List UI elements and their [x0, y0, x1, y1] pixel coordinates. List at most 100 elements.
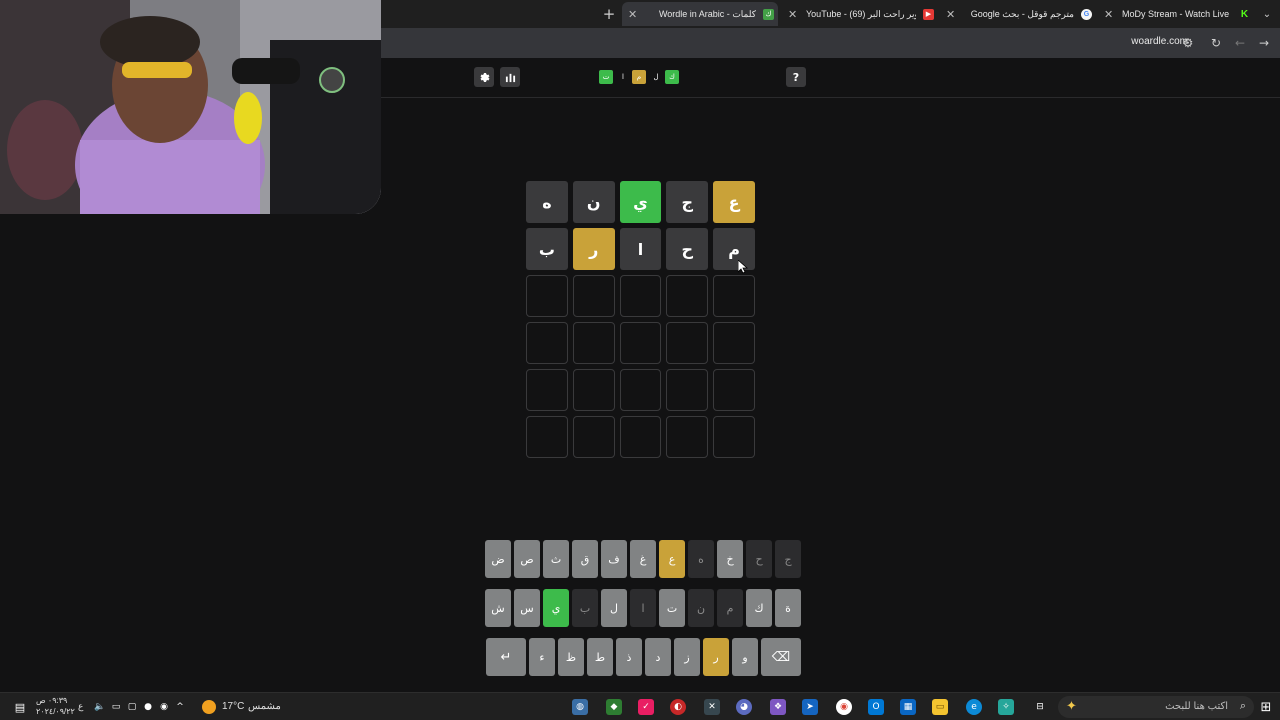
- keyboard-key[interactable]: ذ: [616, 638, 642, 676]
- keyboard-key[interactable]: ن: [688, 589, 714, 627]
- keyboard-key[interactable]: ص: [514, 540, 540, 578]
- board-tile: ع: [713, 181, 755, 223]
- logo-letter: ت: [599, 70, 613, 84]
- app-icon[interactable]: ◆: [606, 699, 622, 715]
- volume-icon[interactable]: 🔈: [92, 699, 108, 715]
- weather-temperature[interactable]: 17°C: [222, 701, 244, 712]
- copilot-icon[interactable]: ✧: [998, 699, 1014, 715]
- chrome-icon[interactable]: ◉: [836, 699, 852, 715]
- reload-icon[interactable]: ↻: [1208, 35, 1224, 51]
- site-settings-icon[interactable]: ⚙: [1180, 35, 1196, 51]
- taskbar-search-box[interactable]: ✦ اكتب هنا للبحث ⌕: [1058, 696, 1254, 718]
- board-row: عجينه: [526, 181, 755, 223]
- keyboard-key[interactable]: ب: [572, 589, 598, 627]
- board-tile: [619, 369, 662, 411]
- help-button[interactable]: ?: [786, 67, 806, 87]
- keyboard-key[interactable]: ا: [630, 589, 656, 627]
- keyboard-key[interactable]: ق: [572, 540, 598, 578]
- backspace-key[interactable]: ⌫: [761, 638, 801, 676]
- webcam-image: [0, 0, 381, 214]
- keyboard-key[interactable]: ة: [775, 589, 801, 627]
- keyboard-key[interactable]: ل: [601, 589, 627, 627]
- logo-letter: ل: [653, 73, 659, 81]
- network-icon[interactable]: ▭: [108, 699, 124, 715]
- close-tab-icon[interactable]: ✕: [1104, 8, 1113, 21]
- board-tile: [526, 322, 568, 364]
- microphone-icon[interactable]: ●: [140, 699, 156, 715]
- board-tile: [572, 369, 615, 411]
- outlook-icon[interactable]: O: [868, 699, 884, 715]
- keyboard-key[interactable]: ت: [659, 589, 685, 627]
- task-view-icon[interactable]: ⊟: [1032, 699, 1048, 715]
- clock-time[interactable]: ٠٩:٣٩ ص: [36, 696, 67, 705]
- keyboard-key[interactable]: ح: [746, 540, 772, 578]
- edge-icon[interactable]: e: [966, 699, 982, 715]
- back-arrow-icon[interactable]: ←: [1232, 35, 1248, 51]
- tab-search-chevron-icon[interactable]: ⌄: [1258, 5, 1276, 23]
- on-screen-keyboard: ج ح خ ه ع غ ف ق ث ص ض ة ك م ن ت ا ل ب ي س ش ⌫ و ر ز د ذ ط ظ ء ↵: [480, 540, 801, 687]
- close-tab-icon[interactable]: ✕: [788, 8, 797, 21]
- windows-start-icon[interactable]: ⊞: [1258, 699, 1274, 715]
- statistics-button[interactable]: [500, 67, 520, 87]
- board-tile: [713, 369, 755, 411]
- keyboard-key[interactable]: م: [717, 589, 743, 627]
- logo-letter: م: [632, 70, 646, 84]
- keyboard-key[interactable]: س: [514, 589, 540, 627]
- keyboard-key[interactable]: ج: [775, 540, 801, 578]
- board-tile: [666, 416, 709, 458]
- record-icon[interactable]: ◉: [156, 699, 172, 715]
- steam-icon[interactable]: ➤: [802, 699, 818, 715]
- keyboard-key[interactable]: ظ: [558, 638, 584, 676]
- discord-icon[interactable]: ◕: [736, 699, 752, 715]
- tab-kick[interactable]: ✕ MoDy Stream - Watch Live on K: [1098, 2, 1254, 26]
- tab-wordle[interactable]: ✕ Wordle in Arabic - كلمات ك: [622, 2, 778, 26]
- board-row: محارب: [526, 228, 755, 270]
- keyboard-key[interactable]: ف: [601, 540, 627, 578]
- clock-date[interactable]: ٢٠٢٤/٠٩/٢٢: [36, 707, 75, 716]
- input-language[interactable]: ع: [78, 701, 83, 712]
- board-row: [526, 275, 755, 317]
- keyboard-key[interactable]: ث: [543, 540, 569, 578]
- store-icon[interactable]: ▦: [900, 699, 916, 715]
- keyboard-key[interactable]: ز: [674, 638, 700, 676]
- keyboard-key[interactable]: ع: [659, 540, 685, 578]
- board-tile: ي: [619, 181, 662, 223]
- file-explorer-icon[interactable]: ▭: [932, 699, 948, 715]
- settings-button[interactable]: [474, 67, 494, 87]
- tab-google[interactable]: ✕ Google مترجم قوقل - بحث G: [940, 2, 1096, 26]
- keyboard-key[interactable]: ي: [543, 589, 569, 627]
- weather-sun-icon[interactable]: [202, 700, 216, 714]
- keyboard-key[interactable]: ر: [703, 638, 729, 676]
- keyboard-key[interactable]: د: [645, 638, 671, 676]
- app-icon[interactable]: ✓: [638, 699, 654, 715]
- chevron-up-icon[interactable]: ^: [172, 699, 188, 715]
- keyboard-key[interactable]: ء: [529, 638, 555, 676]
- tab-youtube[interactable]: ✕ YouTube - (69) سوير راحت البر ▶: [782, 2, 938, 26]
- notifications-icon[interactable]: ▤: [12, 699, 28, 715]
- app-icon[interactable]: ◐: [670, 699, 686, 715]
- board-row: [526, 416, 755, 458]
- keyboard-key[interactable]: ض: [485, 540, 511, 578]
- new-tab-button[interactable]: +: [600, 5, 618, 23]
- enter-key[interactable]: ↵: [486, 638, 526, 676]
- keyboard-key[interactable]: غ: [630, 540, 656, 578]
- board-tile: [526, 369, 568, 411]
- close-tab-icon[interactable]: ✕: [628, 8, 637, 21]
- forward-arrow-icon[interactable]: →: [1256, 35, 1272, 51]
- keyboard-key[interactable]: ش: [485, 589, 511, 627]
- app-icon[interactable]: ◍: [572, 699, 588, 715]
- board-tile: ا: [619, 228, 662, 270]
- keyboard-key[interactable]: خ: [717, 540, 743, 578]
- keyboard-row: ةكمنتالبيسش: [480, 589, 801, 627]
- keyboard-key[interactable]: ك: [746, 589, 772, 627]
- app-icon[interactable]: ❖: [770, 699, 786, 715]
- keyboard-key[interactable]: ط: [587, 638, 613, 676]
- close-tab-icon[interactable]: ✕: [946, 8, 955, 21]
- search-icon: ⌕: [1239, 699, 1246, 712]
- weather-condition[interactable]: مشمس: [248, 701, 281, 712]
- app-icon[interactable]: ✕: [704, 699, 720, 715]
- keyboard-key[interactable]: و: [732, 638, 758, 676]
- display-icon[interactable]: ▢: [124, 699, 140, 715]
- tab-title: YouTube - (69) سوير راحت البر: [806, 8, 916, 19]
- keyboard-key[interactable]: ه: [688, 540, 714, 578]
